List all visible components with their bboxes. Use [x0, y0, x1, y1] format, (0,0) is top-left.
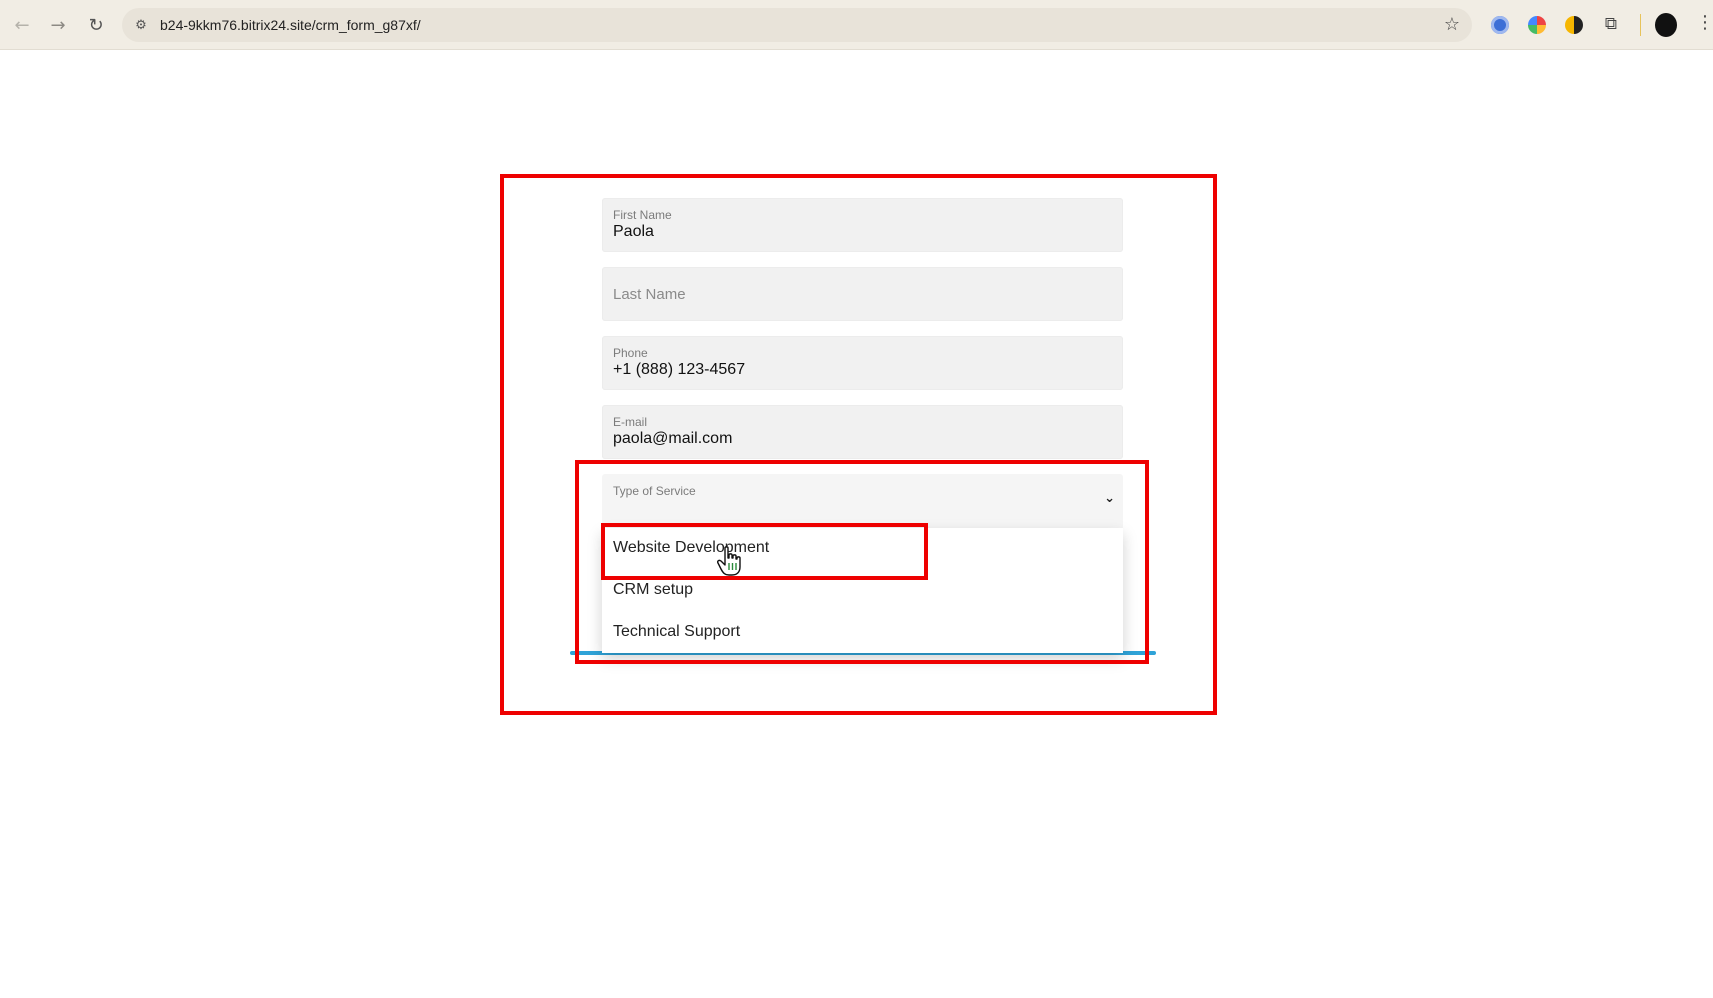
hand-cursor-icon [717, 546, 741, 576]
toolbar-divider [1640, 14, 1641, 36]
reload-icon[interactable]: ↻ [84, 13, 108, 37]
more-vert-icon[interactable]: ⋮ [1696, 12, 1713, 33]
forward-arrow-icon[interactable]: → [46, 13, 70, 37]
url-text[interactable]: b24-9kkm76.bitrix24.site/crm_form_g87xf/ [160, 17, 421, 33]
extensions-puzzle-icon[interactable]: ⧉ [1601, 14, 1621, 34]
avatar[interactable] [1655, 13, 1677, 37]
browser-toolbar: ← → ↻ ⚙ b24-9kkm76.bitrix24.site/crm_for… [0, 0, 1713, 50]
address-bar[interactable]: ⚙ b24-9kkm76.bitrix24.site/crm_form_g87x… [122, 8, 1472, 42]
back-arrow-icon[interactable]: ← [10, 13, 34, 37]
tune-icon[interactable]: ⚙ [132, 16, 150, 34]
extension-3-icon[interactable] [1565, 16, 1583, 34]
extension-1-icon[interactable] [1491, 16, 1509, 34]
annotation-box-option [601, 523, 928, 580]
star-icon[interactable]: ☆ [1444, 14, 1460, 35]
extension-2-icon[interactable] [1528, 16, 1546, 34]
